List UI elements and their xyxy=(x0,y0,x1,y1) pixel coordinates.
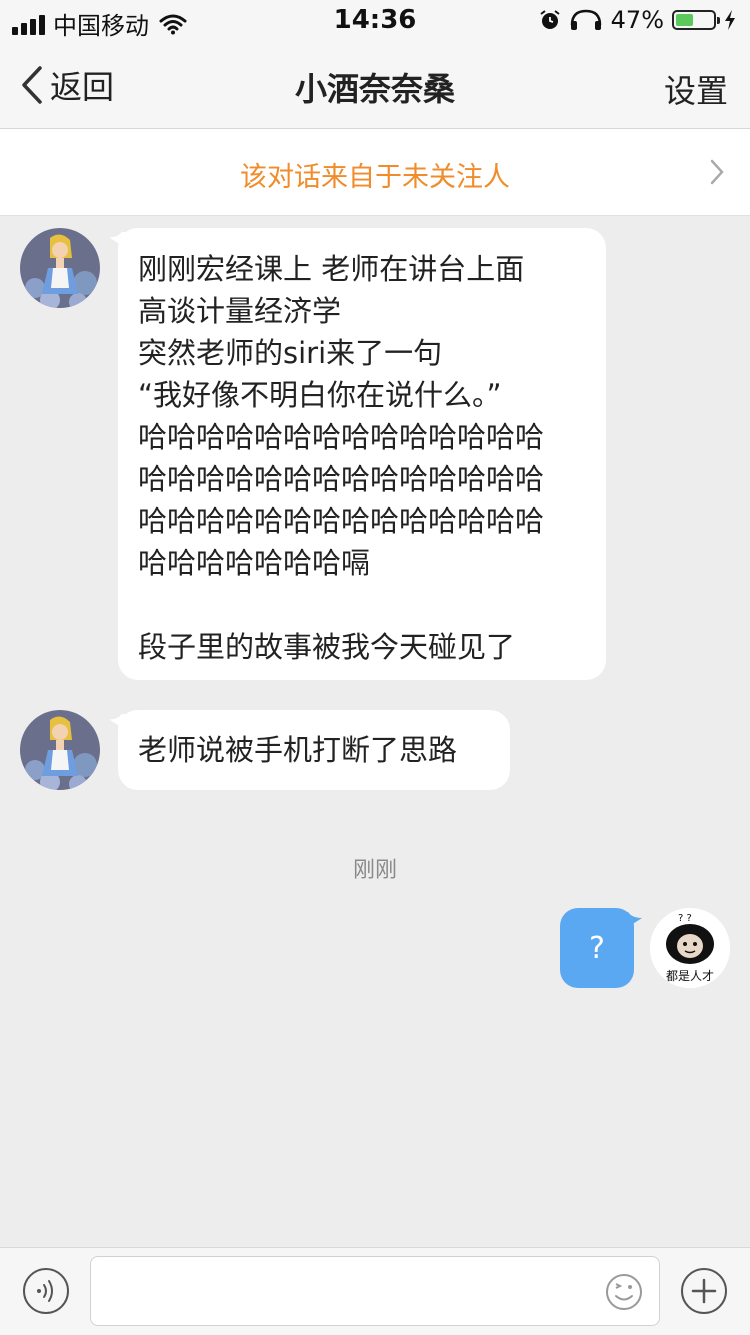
message-line: 刚刚宏经课上 老师在讲台上面 xyxy=(138,252,525,286)
battery-fill xyxy=(676,14,693,26)
chevron-right-icon xyxy=(710,159,724,185)
message-line: 哈哈哈哈哈哈哈哈哈哈哈哈哈哈 xyxy=(138,420,545,454)
voice-input-icon[interactable] xyxy=(22,1267,70,1315)
message-input[interactable] xyxy=(90,1256,660,1326)
message-line: 哈哈哈哈哈哈哈哈哈哈哈哈哈哈 xyxy=(138,462,545,496)
plus-icon[interactable] xyxy=(680,1267,728,1315)
stranger-notice-text: 该对话来自于未关注人 xyxy=(240,162,510,193)
stranger-notice-bar[interactable]: 该对话来自于未关注人 xyxy=(0,129,750,216)
message-line: “我好像不明白你在说什么。” xyxy=(138,378,502,412)
input-bar xyxy=(0,1247,750,1335)
battery-percent: 47% xyxy=(610,6,664,34)
chevron-left-icon xyxy=(22,66,42,104)
contact-avatar[interactable] xyxy=(20,228,100,308)
emoji-icon[interactable] xyxy=(605,1273,643,1311)
message-timestamp: 刚刚 xyxy=(352,858,397,883)
message-line: 突然老师的siri来了一句 xyxy=(138,336,443,370)
charging-icon xyxy=(725,10,735,30)
back-button[interactable]: 返回 xyxy=(20,62,114,108)
svg-text:? ?: ? ? xyxy=(678,913,692,924)
settings-button[interactable]: 设置 xyxy=(664,66,728,112)
alice-avatar-icon xyxy=(20,710,100,790)
message-line xyxy=(138,584,586,626)
message-text: ? xyxy=(589,930,605,966)
battery-icon xyxy=(672,10,720,30)
alice-avatar-icon xyxy=(20,228,100,308)
headphones-icon xyxy=(570,9,601,30)
message-line: 哈哈哈哈哈哈哈嗝 xyxy=(138,546,371,580)
message-line: 哈哈哈哈哈哈哈哈哈哈哈哈哈哈 xyxy=(138,504,545,538)
outgoing-message-bubble[interactable]: ? xyxy=(560,908,634,988)
nav-bar: 返回 小酒奈奈桑 设置 xyxy=(0,40,750,129)
contact-avatar[interactable] xyxy=(20,710,100,790)
panda-meme-avatar-icon: ? ? 都是人才 xyxy=(650,908,730,988)
message-line: 高谈计量经济学 xyxy=(138,294,342,328)
back-label: 返回 xyxy=(50,68,115,106)
message-line: 老师说被手机打断了思路 xyxy=(138,733,458,767)
avatar-caption: 都是人才 xyxy=(666,969,714,983)
status-bar: 中国移动 14:36 47% xyxy=(0,0,750,40)
my-avatar[interactable]: ? ? 都是人才 xyxy=(650,908,730,988)
message-line: 段子里的故事被我今天碰见了 xyxy=(138,630,516,664)
incoming-message-bubble[interactable]: 刚刚宏经课上 老师在讲台上面 高谈计量经济学 突然老师的siri来了一句 “我好… xyxy=(118,228,606,680)
incoming-message-bubble[interactable]: 老师说被手机打断了思路 xyxy=(118,710,510,790)
status-right: 47% xyxy=(539,6,736,34)
alarm-icon xyxy=(540,10,560,29)
